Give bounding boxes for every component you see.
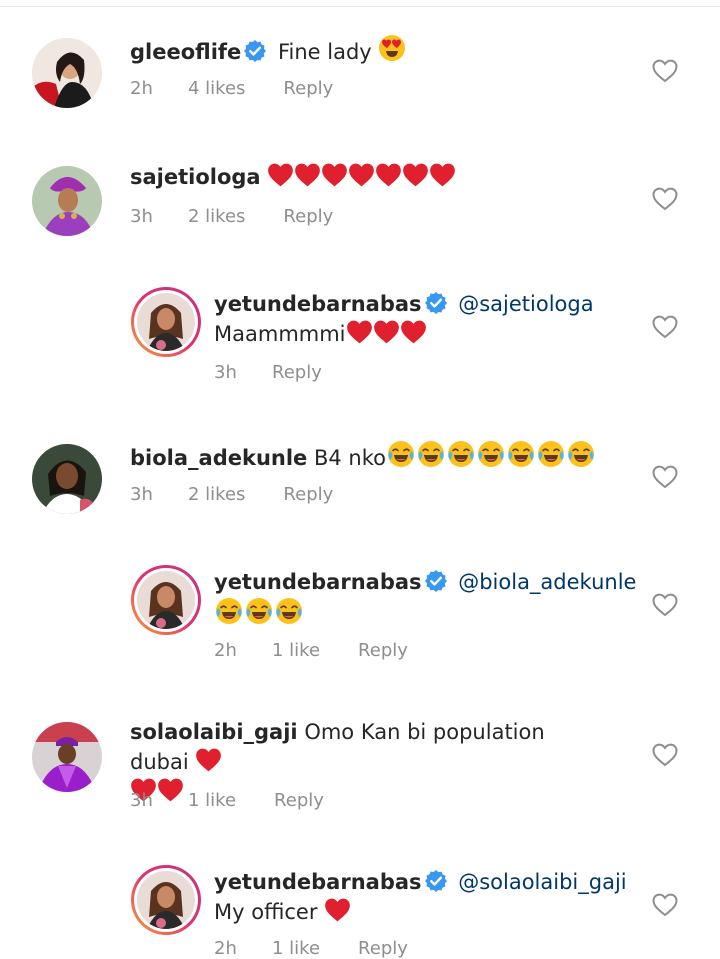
avatar bbox=[137, 571, 195, 629]
comment-meta: 3h 1 like Reply bbox=[130, 790, 324, 811]
reply-button[interactable]: Reply bbox=[283, 78, 333, 99]
avatar-story-ring[interactable] bbox=[131, 865, 201, 935]
red-heart-emoji-icon bbox=[402, 162, 429, 187]
comment-likes[interactable]: 1 like bbox=[272, 640, 320, 661]
comment-time: 3h bbox=[214, 362, 237, 383]
avatar bbox=[137, 293, 195, 351]
red-heart-emoji-icon bbox=[346, 319, 373, 344]
comment-likes[interactable]: 1 like bbox=[188, 790, 236, 811]
comment-text: yetundebarnabas @solaolaibi_gaji My offi… bbox=[214, 868, 684, 927]
reply-button[interactable]: Reply bbox=[274, 790, 324, 811]
comment-username[interactable]: yetundebarnabas bbox=[214, 870, 422, 894]
tears-of-joy-emoji-icon bbox=[274, 597, 304, 625]
red-heart-emoji-icon bbox=[373, 319, 400, 344]
like-heart-icon[interactable] bbox=[652, 593, 678, 617]
red-heart-emoji-icon bbox=[429, 162, 456, 187]
comment-body: B4 nko bbox=[313, 446, 386, 470]
like-heart-icon[interactable] bbox=[652, 315, 678, 339]
comment-username[interactable]: solaolaibi_gaji bbox=[130, 720, 298, 744]
mention-link[interactable]: @sajetiologa bbox=[458, 292, 593, 316]
heart-eyes-emoji-icon bbox=[378, 34, 406, 62]
red-heart-emoji-icon bbox=[348, 162, 375, 187]
red-heart-emoji-icon bbox=[400, 319, 427, 344]
reply-button[interactable]: Reply bbox=[272, 362, 322, 383]
tears-of-joy-emoji-icon bbox=[566, 440, 596, 468]
comment-likes[interactable]: 4 likes bbox=[188, 78, 245, 99]
like-heart-icon[interactable] bbox=[652, 893, 678, 917]
tears-of-joy-emoji-icon bbox=[416, 440, 446, 468]
top-divider bbox=[0, 6, 720, 7]
like-heart-icon[interactable] bbox=[652, 59, 678, 83]
red-heart-emoji-icon bbox=[267, 162, 294, 187]
red-heart-emoji-icon bbox=[321, 162, 348, 187]
tears-of-joy-emoji-icon bbox=[476, 440, 506, 468]
reply-button[interactable]: Reply bbox=[283, 206, 333, 227]
tears-of-joy-emoji-icon bbox=[506, 440, 536, 468]
tears-of-joy-emoji-icon bbox=[446, 440, 476, 468]
comment-likes[interactable]: 2 likes bbox=[188, 206, 245, 227]
comment-text: yetundebarnabas @biola_adekunle bbox=[214, 568, 684, 630]
red-heart-emoji-icon bbox=[375, 162, 402, 187]
heart-emoji-row bbox=[267, 165, 456, 189]
comment-meta: 2h 4 likes Reply bbox=[130, 78, 333, 99]
comment-time: 2h bbox=[130, 78, 153, 99]
verified-badge-icon bbox=[424, 569, 448, 593]
reply-button[interactable]: Reply bbox=[283, 484, 333, 505]
comment-username[interactable]: sajetiologa bbox=[130, 165, 261, 189]
like-heart-icon[interactable] bbox=[652, 465, 678, 489]
avatar bbox=[137, 871, 195, 929]
verified-badge-icon bbox=[243, 39, 267, 63]
comment-text: biola_adekunle B4 nko bbox=[130, 440, 600, 473]
avatar[interactable] bbox=[32, 38, 102, 108]
tears-of-joy-emoji-icon bbox=[536, 440, 566, 468]
comment-meta: 3h 2 likes Reply bbox=[130, 484, 333, 505]
comment-text: yetundebarnabas @sajetiologa Maammmmi bbox=[214, 290, 684, 349]
mention-link[interactable]: @biola_adekunle bbox=[458, 570, 636, 594]
tears-of-joy-emoji-icon bbox=[214, 597, 244, 625]
reply-button[interactable]: Reply bbox=[358, 640, 408, 661]
comment-text: gleeoflife Fine lady bbox=[130, 34, 600, 67]
comment-time: 3h bbox=[130, 790, 153, 811]
comment-time: 3h bbox=[130, 206, 153, 227]
avatar[interactable] bbox=[32, 166, 102, 236]
comment-likes[interactable]: 2 likes bbox=[188, 484, 245, 505]
comment-meta: 3h 2 likes Reply bbox=[130, 206, 333, 227]
comment-body: My officer bbox=[214, 900, 318, 924]
comment-meta: 2h 1 like Reply bbox=[214, 640, 408, 661]
comment-meta: 3h Reply bbox=[214, 362, 322, 383]
tears-of-joy-emoji-icon bbox=[386, 440, 416, 468]
tears-of-joy-emoji-icon bbox=[244, 597, 274, 625]
comment-username[interactable]: yetundebarnabas bbox=[214, 570, 422, 594]
like-heart-icon[interactable] bbox=[652, 187, 678, 211]
comment-body: Fine lady bbox=[277, 40, 372, 64]
red-heart-emoji-icon bbox=[294, 162, 321, 187]
red-heart-emoji-icon bbox=[195, 747, 222, 772]
like-heart-icon[interactable] bbox=[652, 743, 678, 767]
comment-time: 3h bbox=[130, 484, 153, 505]
avatar[interactable] bbox=[32, 722, 102, 792]
verified-badge-icon bbox=[424, 869, 448, 893]
comment-time: 2h bbox=[214, 640, 237, 661]
verified-badge-icon bbox=[424, 291, 448, 315]
mention-link[interactable]: @solaolaibi_gaji bbox=[458, 870, 626, 894]
comment-body: Maammmmi bbox=[214, 322, 346, 346]
avatar-story-ring[interactable] bbox=[131, 287, 201, 357]
comment-text: sajetiologa bbox=[130, 162, 600, 192]
comment-username[interactable]: gleeoflife bbox=[130, 40, 241, 64]
avatar-story-ring[interactable] bbox=[131, 565, 201, 635]
comment-username[interactable]: biola_adekunle bbox=[130, 446, 307, 470]
comment-username[interactable]: yetundebarnabas bbox=[214, 292, 422, 316]
avatar[interactable] bbox=[32, 444, 102, 514]
red-heart-emoji-icon bbox=[324, 897, 351, 922]
